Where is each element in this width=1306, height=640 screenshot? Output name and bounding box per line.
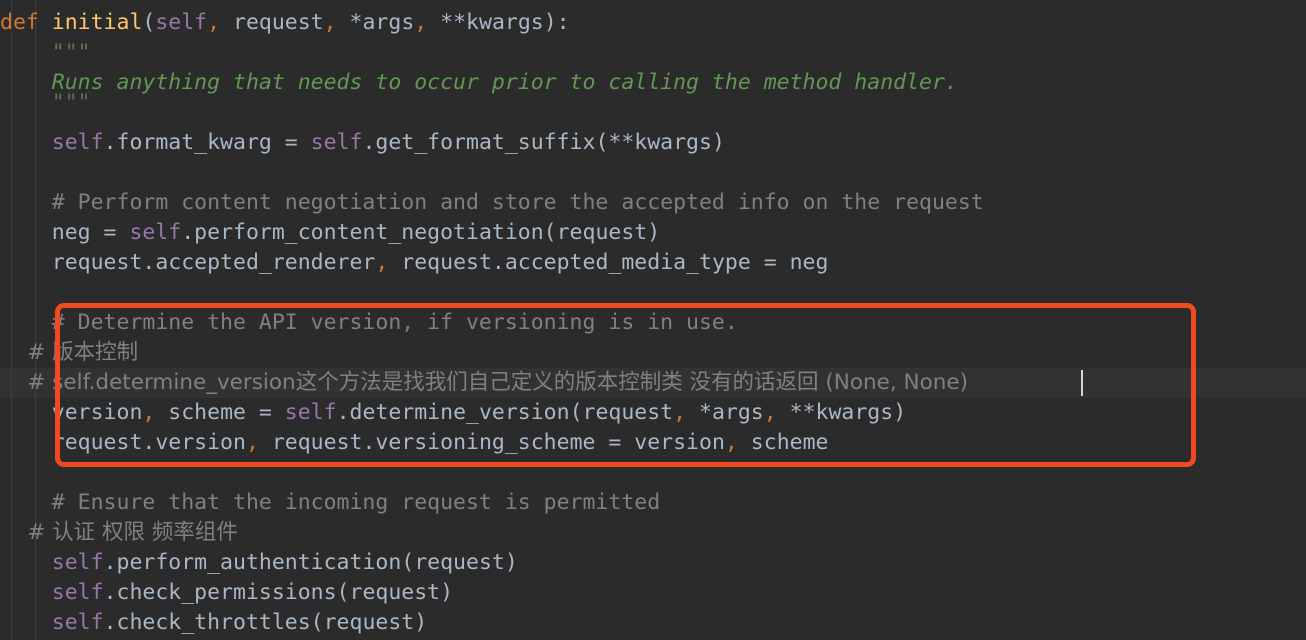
code-token-comment: # Ensure that the incoming request is pe… bbox=[0, 490, 661, 515]
code-token-plain: request.accepted_media_type = neg bbox=[388, 250, 829, 275]
code-line: # 版本控制 bbox=[0, 338, 138, 368]
code-token-plain: .check_throttles(request) bbox=[103, 610, 428, 635]
code-token-punct: , bbox=[323, 10, 337, 35]
code-token-punct: , bbox=[724, 430, 738, 455]
code-token-plain: request.version bbox=[0, 430, 246, 455]
code-token-self-keyword: self bbox=[155, 10, 208, 35]
code-line: Runs anything that needs to occur prior … bbox=[0, 68, 958, 98]
code-line: # 认证 权限 频率组件 bbox=[0, 518, 238, 548]
code-line: self.check_throttles(request) bbox=[0, 608, 427, 638]
code-token-function-name: initial bbox=[51, 10, 143, 35]
code-token-self-keyword: self bbox=[310, 130, 363, 155]
code-token-punct: , bbox=[763, 400, 777, 425]
code-line: request.version, request.versioning_sche… bbox=[0, 428, 829, 458]
code-editor[interactable]: def initial(self, request, *args, **kwar… bbox=[0, 0, 1306, 640]
code-line: # self.determine_version这个方法是找我们自己定义的版本控… bbox=[0, 368, 968, 398]
code-line: """ bbox=[0, 88, 91, 118]
code-token-plain: *args bbox=[336, 10, 415, 35]
code-line: def initial(self, request, *args, **kwar… bbox=[0, 8, 570, 38]
code-token-plain: neg = bbox=[0, 220, 130, 245]
code-line: neg = self.perform_content_negotiation(r… bbox=[0, 218, 660, 248]
code-token-plain: .perform_authentication(request) bbox=[103, 550, 518, 575]
code-token-comment: # Perform content negotiation and store … bbox=[0, 190, 984, 215]
code-line: # Perform content negotiation and store … bbox=[0, 188, 984, 218]
code-token-self-keyword: self bbox=[51, 580, 104, 605]
code-line: """ bbox=[0, 38, 91, 68]
code-token-plain: *args bbox=[686, 400, 764, 425]
code-token-plain: request.versioning_scheme = version bbox=[258, 430, 725, 455]
code-token-docstring: Runs anything that needs to occur prior … bbox=[0, 70, 958, 95]
code-token-punct: , bbox=[245, 430, 259, 455]
code-token-plain: scheme bbox=[737, 430, 829, 455]
code-token-plain: .determine_version(request bbox=[336, 400, 674, 425]
code-token-punct: , bbox=[375, 250, 389, 275]
text-caret bbox=[1081, 370, 1083, 396]
code-token-punct: , bbox=[207, 10, 221, 35]
code-token-plain: .perform_content_negotiation(request) bbox=[181, 220, 661, 245]
code-token-self-keyword: self bbox=[51, 610, 104, 635]
code-line: self.format_kwarg = self.get_format_suff… bbox=[0, 128, 725, 158]
code-token-plain: request.accepted_renderer bbox=[0, 250, 376, 275]
code-token-plain: scheme = bbox=[155, 400, 285, 425]
code-token-docquote: """ bbox=[0, 90, 91, 115]
code-line: self.check_permissions(request) bbox=[0, 578, 453, 608]
code-token-docquote: """ bbox=[0, 40, 91, 65]
code-token-self-keyword: self bbox=[129, 220, 182, 245]
code-line: # Ensure that the incoming request is pe… bbox=[0, 488, 660, 518]
code-token-plain: **kwargs): bbox=[427, 10, 570, 35]
code-token-self-keyword: self bbox=[284, 400, 337, 425]
code-token-self-keyword: self bbox=[51, 550, 104, 575]
code-token-comment: # self.determine_version这个方法是找我们自己定义的版本控… bbox=[0, 370, 968, 395]
code-token-comment: # 认证 权限 频率组件 bbox=[0, 520, 238, 545]
code-token-plain: ( bbox=[142, 10, 156, 35]
code-token-plain: version bbox=[0, 400, 143, 425]
code-token-self-keyword: self bbox=[51, 130, 104, 155]
code-token-plain: **kwargs) bbox=[776, 400, 907, 425]
code-line: version, scheme = self.determine_version… bbox=[0, 398, 906, 428]
code-token-plain: .get_format_suffix(**kwargs) bbox=[362, 130, 725, 155]
code-token-plain: request bbox=[220, 10, 324, 35]
code-token-punct: , bbox=[142, 400, 156, 425]
code-line: # Determine the API version, if versioni… bbox=[0, 308, 738, 338]
code-line: request.accepted_renderer, request.accep… bbox=[0, 248, 829, 278]
code-text-area[interactable]: def initial(self, request, *args, **kwar… bbox=[0, 0, 1306, 640]
code-token-punct: , bbox=[673, 400, 687, 425]
code-token-comment: # 版本控制 bbox=[0, 340, 139, 365]
code-token-plain: .check_permissions(request) bbox=[103, 580, 454, 605]
code-token-punct: , bbox=[414, 10, 428, 35]
code-token-plain: .format_kwarg = bbox=[103, 130, 311, 155]
code-token-comment: # Determine the API version, if versioni… bbox=[0, 310, 738, 335]
code-line: self.perform_authentication(request) bbox=[0, 548, 518, 578]
code-token-keyword: def bbox=[0, 10, 52, 35]
